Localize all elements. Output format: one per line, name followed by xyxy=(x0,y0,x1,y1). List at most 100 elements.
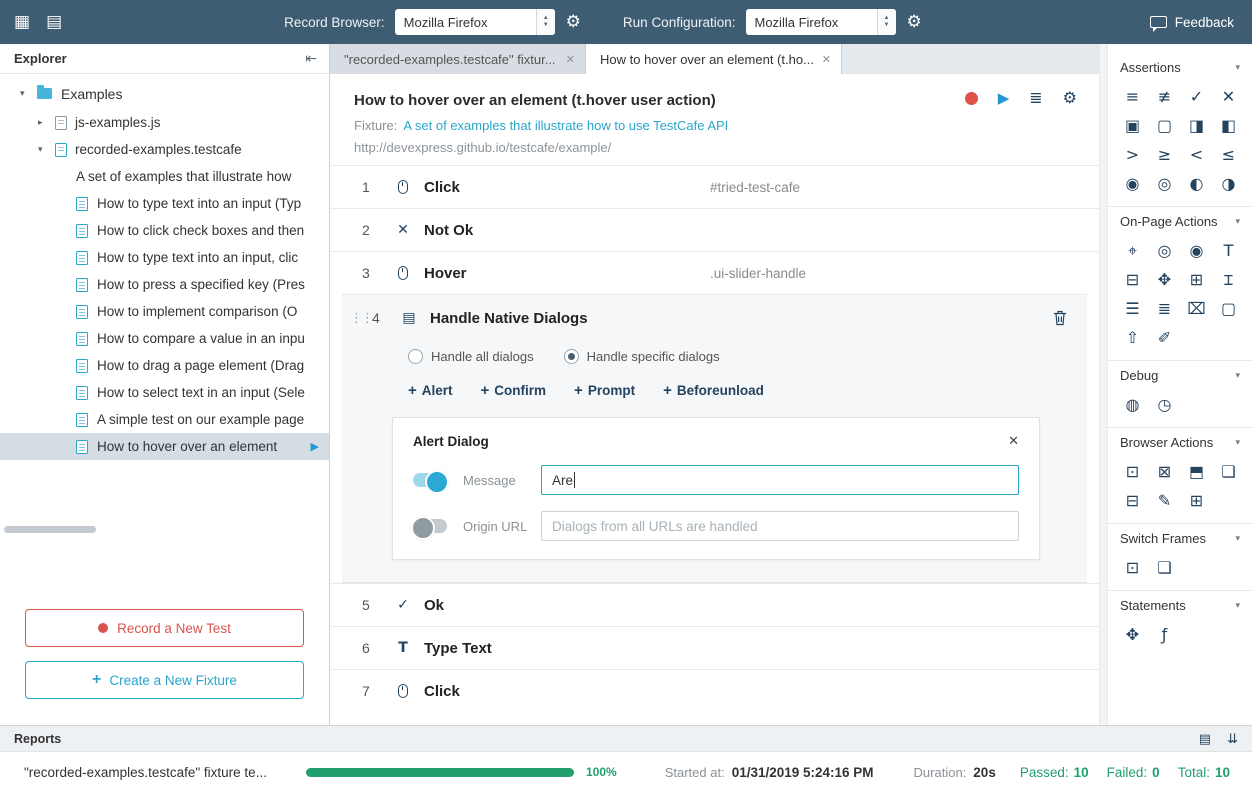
section-header-statements[interactable]: Statements ▾ xyxy=(1108,590,1252,620)
press-key-icon[interactable]: ⌶ xyxy=(1216,267,1241,292)
caret-down-icon[interactable]: ▾ xyxy=(38,144,55,155)
greater-or-equal-icon[interactable]: ≥ xyxy=(1152,142,1177,167)
section-header-browser-actions[interactable]: Browser Actions ▾ xyxy=(1108,427,1252,457)
collapse-reports-icon[interactable]: ⇊ xyxy=(1227,731,1238,747)
tree-item-test[interactable]: How to type text into an input, clic xyxy=(0,244,329,271)
tree-item-test[interactable]: How to type text into an input (Typ xyxy=(0,190,329,217)
report-icon[interactable]: ▤ xyxy=(1199,731,1211,747)
step-row-ok[interactable]: 5 ✓ Ok xyxy=(330,583,1099,626)
vertical-scrollbar[interactable] xyxy=(1099,44,1108,725)
greater-icon[interactable]: > xyxy=(1120,142,1145,167)
add-confirm-button[interactable]: +Confirm xyxy=(481,382,547,399)
report-row[interactable]: "recorded-examples.testcafe" fixture te.… xyxy=(0,752,1252,792)
tab-test-active[interactable]: How to hover over an element (t.ho... ✕ xyxy=(586,44,842,74)
drag-to-element-icon[interactable]: ⊞ xyxy=(1184,267,1209,292)
step-row-click[interactable]: 7 Click xyxy=(330,669,1099,712)
tree-item-examples[interactable]: ▾ Examples xyxy=(0,78,329,109)
add-beforeunload-button[interactable]: +Beforeunload xyxy=(663,382,764,399)
run-config-settings-icon[interactable]: ⚙ xyxy=(907,12,922,32)
tree-item-test[interactable]: How to compare a value in an inpu xyxy=(0,325,329,352)
view-code-icon[interactable]: ≣ xyxy=(1029,88,1042,108)
tab-fixture[interactable]: "recorded-examples.testcafe" fixtur... ✕ xyxy=(330,44,586,74)
record-button[interactable] xyxy=(965,92,978,105)
save-icon[interactable]: ▤ xyxy=(46,12,62,32)
message-input[interactable]: Are xyxy=(541,465,1019,495)
double-click-icon[interactable]: ◎ xyxy=(1152,238,1177,263)
add-prompt-button[interactable]: +Prompt xyxy=(574,382,635,399)
maximize-window-icon[interactable]: ⬒ xyxy=(1184,459,1209,484)
tree-item-test[interactable]: How to click check boxes and then xyxy=(0,217,329,244)
switch-to-main-window-icon[interactable]: ❏ xyxy=(1152,555,1177,580)
horizontal-scrollbar-thumb[interactable] xyxy=(4,526,96,533)
feedback-button[interactable]: Feedback xyxy=(1150,15,1234,30)
tree-item-js-examples[interactable]: ▸ js-examples.js xyxy=(0,109,329,136)
match-icon[interactable]: ◉ xyxy=(1120,171,1145,196)
resize-window-icon[interactable]: ⊡ xyxy=(1120,459,1145,484)
within-icon[interactable]: ◐ xyxy=(1184,171,1209,196)
deep-equal-icon[interactable]: ≡ xyxy=(1120,84,1145,109)
clear-text-icon[interactable]: ⌧ xyxy=(1184,296,1209,321)
click-icon[interactable]: ⌖ xyxy=(1120,238,1145,263)
record-new-test-button[interactable]: Record a New Test xyxy=(25,609,304,647)
switch-window-icon[interactable]: ❏ xyxy=(1216,459,1241,484)
upload-file-icon[interactable]: ⇧ xyxy=(1120,325,1145,350)
open-window-icon[interactable]: ⊞ xyxy=(1184,488,1209,513)
delete-step-icon[interactable] xyxy=(1053,310,1067,326)
tree-item-test-selected[interactable]: How to hover over an element ▶ xyxy=(0,433,329,460)
switch-to-iframe-icon[interactable]: ⊡ xyxy=(1120,555,1145,580)
speed-icon[interactable]: ◷ xyxy=(1152,392,1177,417)
close-tab-icon[interactable]: ✕ xyxy=(566,53,575,66)
not-type-of-icon[interactable]: ◧ xyxy=(1216,113,1241,138)
stepper-icon[interactable]: ▲▼ xyxy=(536,9,555,35)
tree-item-test[interactable]: How to select text in an input (Sele xyxy=(0,379,329,406)
pause-icon[interactable]: ◍ xyxy=(1120,392,1145,417)
run-config-select[interactable]: Mozilla Firefox ▲▼ xyxy=(746,9,896,35)
caret-down-icon[interactable]: ▾ xyxy=(20,88,37,99)
close-tab-icon[interactable]: ✕ xyxy=(822,53,831,66)
fixture-link[interactable]: A set of examples that illustrate how to… xyxy=(403,118,728,133)
step-row-not-ok[interactable]: 2 ✕ Not Ok xyxy=(330,208,1099,251)
section-header-switch-frames[interactable]: Switch Frames ▾ xyxy=(1108,523,1252,553)
close-icon[interactable]: ✕ xyxy=(1008,433,1019,449)
drag-handle-icon[interactable]: ⋮⋮ xyxy=(350,310,372,326)
origin-url-toggle[interactable] xyxy=(413,519,447,533)
tree-item-recorded-examples[interactable]: ▾ recorded-examples.testcafe xyxy=(0,136,329,163)
tree-item-test[interactable]: A simple test on our example page xyxy=(0,406,329,433)
minimize-window-icon[interactable]: ⊟ xyxy=(1120,488,1145,513)
step-row-type-text[interactable]: 6 T Type Text xyxy=(330,626,1099,669)
not-match-icon[interactable]: ◎ xyxy=(1152,171,1177,196)
step-row-hover[interactable]: 3 Hover .ui-slider-handle xyxy=(330,251,1099,294)
contains-icon[interactable]: ▣ xyxy=(1120,113,1145,138)
add-alert-button[interactable]: +Alert xyxy=(408,382,453,399)
radio-handle-specific-dialogs[interactable]: Handle specific dialogs xyxy=(564,349,720,364)
select-text-area-icon[interactable]: ≣ xyxy=(1152,296,1177,321)
tree-item-test[interactable]: How to implement comparison (O xyxy=(0,298,329,325)
select-text-icon[interactable]: ☰ xyxy=(1120,296,1145,321)
drag-icon[interactable]: ✥ xyxy=(1152,267,1177,292)
message-toggle[interactable] xyxy=(413,473,447,487)
not-ok-icon[interactable]: ✕ xyxy=(1216,84,1241,109)
step-row-click[interactable]: 1 Click #tried-test-cafe xyxy=(330,165,1099,208)
section-header-debug[interactable]: Debug ▾ xyxy=(1108,360,1252,390)
collapse-panel-icon[interactable]: ⇤ xyxy=(305,50,317,67)
run-button[interactable]: ▶ xyxy=(998,89,1010,107)
run-test-icon[interactable]: ▶ xyxy=(311,440,319,453)
tree-item-test[interactable]: How to press a specified key (Pres xyxy=(0,271,329,298)
test-settings-icon[interactable]: ⚙ xyxy=(1063,88,1077,108)
function-icon[interactable]: ƒ xyxy=(1152,622,1177,647)
radio-handle-all-dialogs[interactable]: Handle all dialogs xyxy=(408,349,534,364)
type-of-icon[interactable]: ◨ xyxy=(1184,113,1209,138)
less-icon[interactable]: < xyxy=(1184,142,1209,167)
not-contains-icon[interactable]: ▢ xyxy=(1152,113,1177,138)
record-browser-settings-icon[interactable]: ⚙ xyxy=(566,12,581,32)
navigate-icon[interactable]: ✎ xyxy=(1152,488,1177,513)
step-card-header[interactable]: ⋮⋮ 4 ▤ Handle Native Dialogs xyxy=(342,295,1087,341)
hover-icon[interactable]: ⊟ xyxy=(1120,267,1145,292)
right-click-icon[interactable]: ◉ xyxy=(1184,238,1209,263)
ok-icon[interactable]: ✓ xyxy=(1184,84,1209,109)
tests-icon[interactable]: ▦ xyxy=(14,12,30,32)
tree-item-fixture-description[interactable]: A set of examples that illustrate how xyxy=(0,163,329,190)
element-selector-icon[interactable]: ✥ xyxy=(1120,622,1145,647)
section-header-assertions[interactable]: Assertions ▾ xyxy=(1108,52,1252,82)
type-text-icon[interactable]: T xyxy=(1216,238,1241,263)
